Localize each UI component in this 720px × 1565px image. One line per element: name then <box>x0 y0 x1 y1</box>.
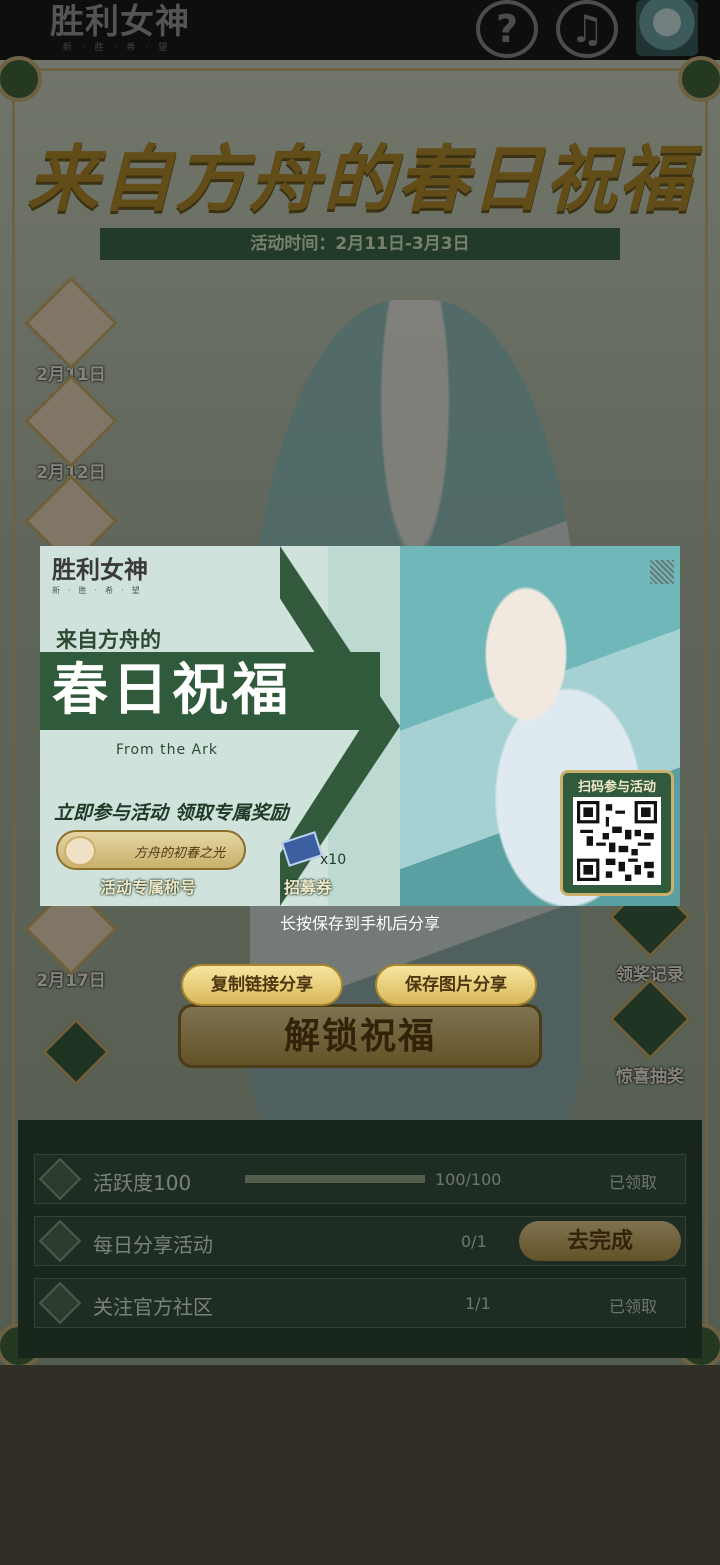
qr-code-icon <box>577 801 657 881</box>
save-image-share-button[interactable]: 保存图片分享 <box>375 964 537 1006</box>
reward-caption: 活动专属称号 <box>100 878 197 897</box>
badge-text: 方舟的初春之光 <box>134 846 226 861</box>
qr-label: 扫码参与活动 <box>577 780 656 795</box>
card-call-to-action: 立即参与活动 领取专属奖励 <box>54 802 289 824</box>
badge-portrait-icon <box>64 836 96 866</box>
card-subtitle: 来自方舟的 <box>56 628 161 652</box>
card-big-title: 春日祝福 <box>40 652 380 730</box>
card-english-title: From the Ark <box>116 742 219 758</box>
share-card-image[interactable]: 胜利女神 新·胜·希·望 来自方舟的 春日祝福 From the Ark 立即参… <box>40 546 680 906</box>
qr-panel: 扫码参与活动 <box>560 770 674 896</box>
card-logo-subtitle: 新·胜·希·望 <box>52 586 148 595</box>
card-logo-title: 胜利女神 <box>52 555 148 584</box>
card-decoration <box>650 560 674 584</box>
title-badge: 方舟的初春之光 <box>56 830 246 870</box>
copy-link-share-button[interactable]: 复制链接分享 <box>181 964 343 1006</box>
qr-code <box>573 797 661 885</box>
card-logo: 胜利女神 新·胜·希·望 <box>52 550 148 596</box>
ticket-quantity: x10 <box>320 852 347 868</box>
save-hint: 长按保存到手机后分享 <box>279 914 440 933</box>
reward-caption: 招募券 <box>284 878 333 897</box>
